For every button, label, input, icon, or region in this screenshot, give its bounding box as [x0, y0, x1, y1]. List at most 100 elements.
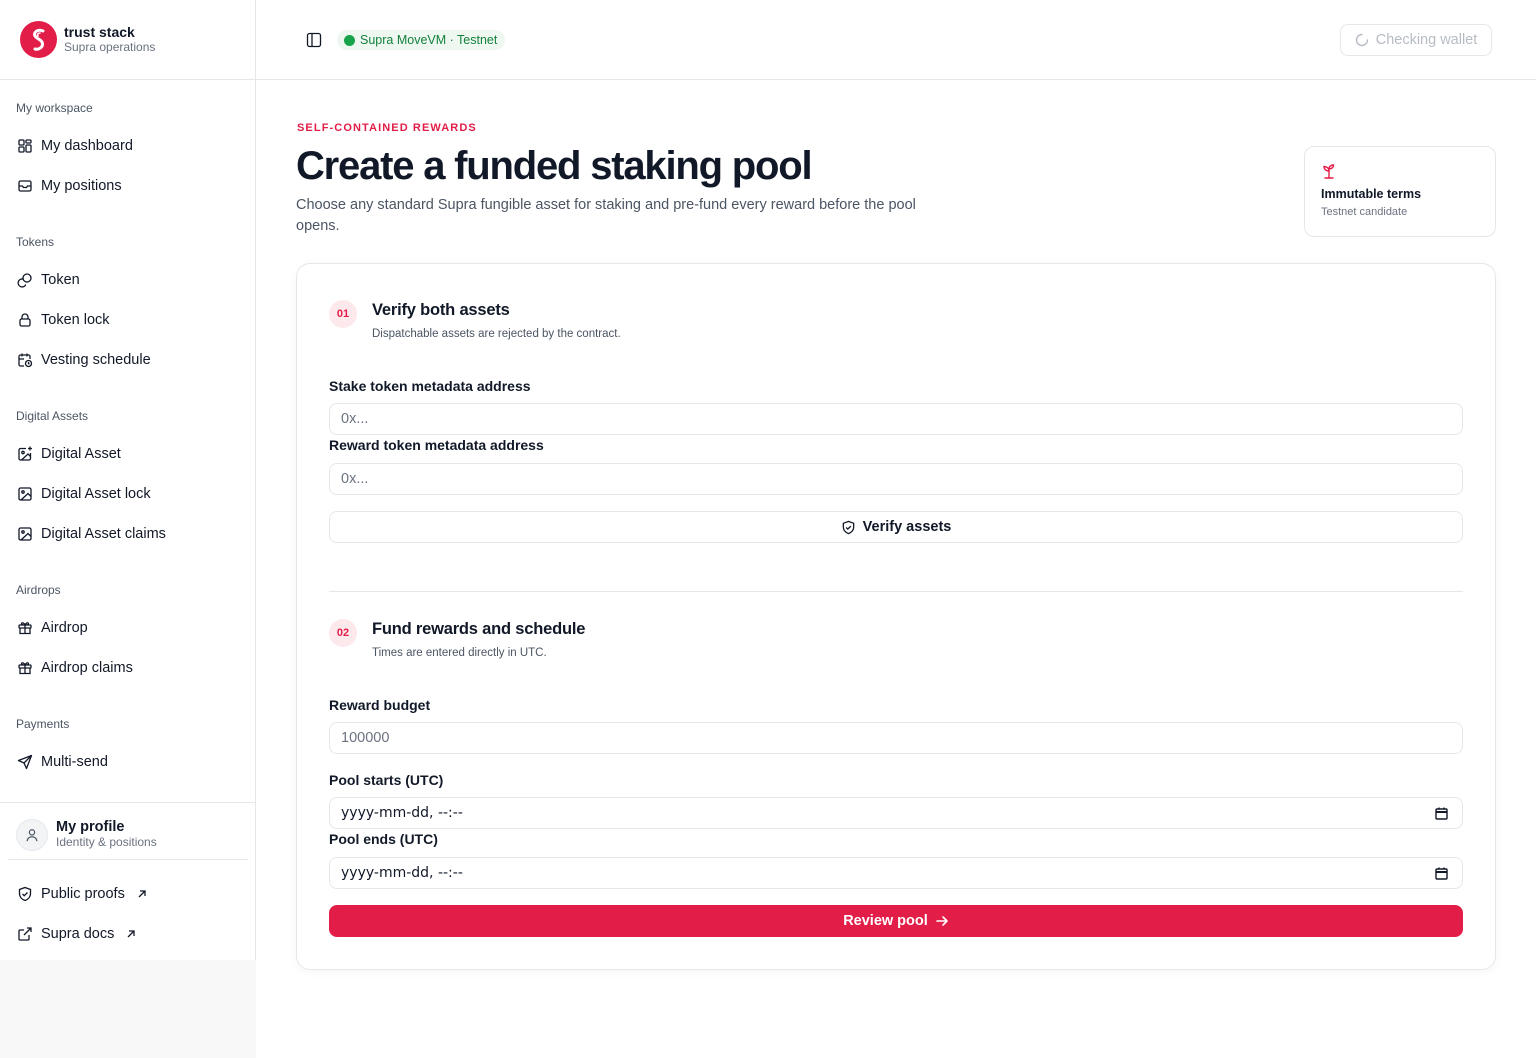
sidebar-item-digital-asset-lock[interactable]: Digital Asset lock [8, 474, 247, 514]
avatar [16, 818, 48, 851]
network-status-badge: Supra MoveVM · Testnet [337, 30, 506, 50]
sprout-icon [1323, 164, 1335, 179]
reward-budget-input[interactable] [329, 722, 1463, 754]
shield-check-icon [842, 520, 854, 534]
sidebar-item-label: Multi-send [41, 754, 108, 770]
pool-start-value: yyyy-mm-dd, --:-- [341, 805, 463, 821]
status-dot-icon [344, 34, 355, 46]
verify-assets-label: Verify assets [862, 519, 952, 535]
sidebar-item-label: Airdrop claims [41, 660, 133, 676]
field-label: Pool ends (UTC) [329, 831, 438, 847]
reward-budget-text[interactable] [341, 730, 1462, 746]
verify-assets-button[interactable]: Verify assets [329, 511, 1463, 543]
network-label: Supra MoveVM · Testnet [360, 33, 498, 47]
sidebar-item-label: Digital Asset [41, 446, 121, 462]
profile-link[interactable]: My profile Identity & positions [8, 810, 248, 860]
layout-grid-icon [18, 139, 32, 153]
review-pool-button[interactable]: Review pool [329, 905, 1463, 937]
wallet-button[interactable]: Checking wallet [1340, 24, 1492, 56]
pool-start-datetime-input[interactable]: yyyy-mm-dd, --:-- [329, 797, 1463, 829]
sidebar-link-public-proofs[interactable]: Public proofs [8, 874, 248, 914]
sidebar-item-label: Token [41, 272, 80, 288]
sidebar-item-multi-send[interactable]: Multi-send [8, 742, 247, 782]
brand[interactable]: trust stack Supra operations [0, 0, 255, 80]
immutable-terms-card: Immutable terms Testnet candidate [1304, 146, 1496, 237]
sidebar-item-label: Public proofs [41, 886, 125, 902]
profile-subtitle: Identity & positions [56, 835, 157, 849]
brand-logo-icon [20, 21, 57, 58]
gift-icon [18, 662, 32, 675]
field-label: Reward token metadata address [329, 437, 544, 453]
nav-group-label: Airdrops [16, 583, 61, 597]
sidebar-item-token[interactable]: Token [8, 260, 247, 300]
sidebar-item-label: Supra docs [41, 926, 115, 942]
sidebar-item-digital-asset[interactable]: Digital Asset [8, 434, 247, 474]
step-subtitle: Dispatchable assets are rejected by the … [372, 328, 621, 340]
calendar-icon[interactable] [1435, 807, 1448, 820]
create-pool-form: 01 Verify both assets Dispatchable asset… [296, 263, 1496, 970]
top-header: Supra MoveVM · Testnet Checking wallet [256, 0, 1536, 80]
pool-end-value: yyyy-mm-dd, --:-- [341, 865, 463, 881]
sidebar-item-label: Vesting schedule [41, 352, 151, 368]
coins-icon [17, 273, 32, 288]
sidebar-item-airdrop-claims[interactable]: Airdrop claims [8, 648, 247, 688]
inbox-icon [18, 180, 32, 192]
step-number-badge: 01 [329, 300, 357, 328]
profile-name: My profile [56, 819, 125, 835]
sidebar-link-supra-docs[interactable]: Supra docs [8, 914, 248, 954]
step-title: Verify both assets [372, 301, 510, 319]
sidebar-item-digital-asset-claims[interactable]: Digital Asset claims [8, 514, 247, 554]
wallet-button-label: Checking wallet [1375, 32, 1478, 48]
nav-group-label: Digital Assets [16, 409, 89, 423]
field-label: Reward budget [329, 697, 431, 713]
calendar-icon[interactable] [1435, 867, 1448, 880]
nav-group-label: Payments [16, 717, 70, 731]
terms-card-subtitle: Testnet candidate [1321, 206, 1408, 218]
calendar-clock-icon [18, 353, 33, 368]
arrow-up-right-icon [127, 930, 136, 938]
terms-card-title: Immutable terms [1321, 187, 1422, 201]
sidebar-item-my-positions[interactable]: My positions [8, 166, 247, 206]
field-label: Stake token metadata address [329, 378, 531, 394]
user-icon [26, 828, 38, 841]
lock-icon [19, 313, 31, 327]
step-number-badge: 02 [329, 619, 357, 647]
page-title: Create a funded staking pool [296, 144, 813, 188]
shield-check-icon [18, 886, 32, 902]
image-plus-icon [18, 446, 32, 461]
stake-token-address-text[interactable] [341, 411, 1462, 427]
page-eyebrow: SELF-CONTAINED REWARDS [297, 122, 477, 134]
sidebar-toggle-button[interactable] [304, 30, 324, 50]
sidebar-background [0, 960, 256, 1058]
sidebar-nav: My workspace My dashboard My positions T… [0, 80, 255, 782]
arrow-up-right-icon [138, 890, 146, 898]
step-title: Fund rewards and schedule [372, 620, 586, 638]
reward-token-address-text[interactable] [341, 471, 1462, 487]
sidebar-item-label: Digital Asset lock [41, 486, 151, 502]
reward-token-address-input[interactable] [329, 463, 1463, 495]
nav-group-label: My workspace [16, 101, 93, 115]
panel-left-icon [306, 32, 322, 48]
sidebar-item-airdrop[interactable]: Airdrop [8, 608, 247, 648]
sidebar-item-label: Token lock [41, 312, 110, 328]
brand-subtitle: Supra operations [64, 40, 156, 54]
external-link-icon [18, 927, 32, 941]
review-pool-label: Review pool [843, 913, 928, 929]
send-icon [17, 754, 33, 770]
sidebar-item-label: Digital Asset claims [41, 526, 166, 542]
gift-icon [18, 622, 32, 635]
sidebar-item-token-lock[interactable]: Token lock [8, 300, 247, 340]
brand-name: trust stack [64, 24, 135, 40]
pool-end-datetime-input[interactable]: yyyy-mm-dd, --:-- [329, 857, 1463, 889]
step-subtitle: Times are entered directly in UTC. [372, 647, 547, 659]
image-icon [18, 527, 32, 541]
image-icon [18, 487, 32, 501]
sidebar-item-vesting-schedule[interactable]: Vesting schedule [8, 340, 247, 380]
field-label: Pool starts (UTC) [329, 772, 444, 788]
stake-token-address-input[interactable] [329, 403, 1463, 435]
sidebar-item-label: My dashboard [41, 138, 133, 154]
page-description: Choose any standard Supra fungible asset… [296, 197, 916, 234]
sidebar-item-my-dashboard[interactable]: My dashboard [8, 126, 247, 166]
sidebar-item-label: Airdrop [41, 620, 88, 636]
nav-group-label: Tokens [16, 235, 55, 249]
